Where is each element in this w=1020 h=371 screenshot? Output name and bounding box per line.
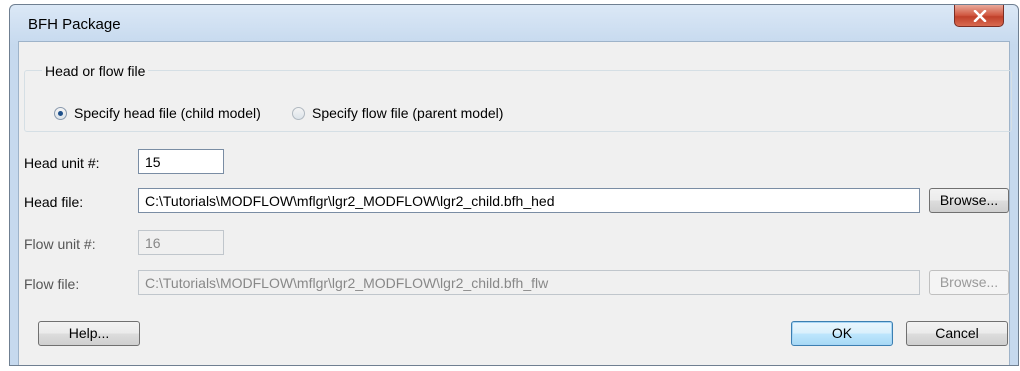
title-bar[interactable]: BFH Package bbox=[10, 5, 1018, 41]
head-file-label: Head file: bbox=[24, 194, 84, 210]
head-unit-input[interactable]: 15 bbox=[138, 149, 224, 174]
help-button[interactable]: Help... bbox=[38, 321, 140, 346]
head-file-input[interactable]: C:\Tutorials\MODFLOW\mflgr\lgr2_MODFLOW\… bbox=[138, 188, 920, 213]
close-icon bbox=[973, 10, 987, 22]
radio-head-file-label[interactable]: Specify head file (child model) bbox=[74, 105, 261, 121]
head-browse-button[interactable]: Browse... bbox=[929, 188, 1009, 213]
groupbox-legend: Head or flow file bbox=[42, 63, 149, 79]
radio-flow-file[interactable]: Specify flow file (parent model) bbox=[292, 105, 503, 121]
dialog-window: BFH Package bbox=[9, 4, 1019, 366]
flow-unit-input[interactable]: 16 bbox=[138, 230, 224, 255]
ok-button[interactable]: OK bbox=[791, 321, 893, 346]
radio-head-file[interactable]: Specify head file (child model) bbox=[54, 105, 261, 121]
window-title: BFH Package bbox=[28, 16, 121, 33]
radio-flow-file-circle[interactable] bbox=[292, 106, 305, 120]
flow-file-label: Flow file: bbox=[24, 276, 80, 292]
head-or-flow-groupbox bbox=[24, 70, 1012, 132]
flow-unit-label: Flow unit #: bbox=[24, 236, 96, 252]
radio-flow-file-label[interactable]: Specify flow file (parent model) bbox=[312, 105, 503, 121]
flow-file-input[interactable]: C:\Tutorials\MODFLOW\mflgr\lgr2_MODFLOW\… bbox=[138, 270, 920, 295]
head-unit-label: Head unit #: bbox=[24, 155, 100, 171]
flow-browse-button[interactable]: Browse... bbox=[929, 270, 1009, 295]
radio-head-file-circle[interactable] bbox=[54, 106, 67, 120]
cancel-button[interactable]: Cancel bbox=[906, 321, 1008, 346]
close-button[interactable] bbox=[954, 5, 1004, 27]
